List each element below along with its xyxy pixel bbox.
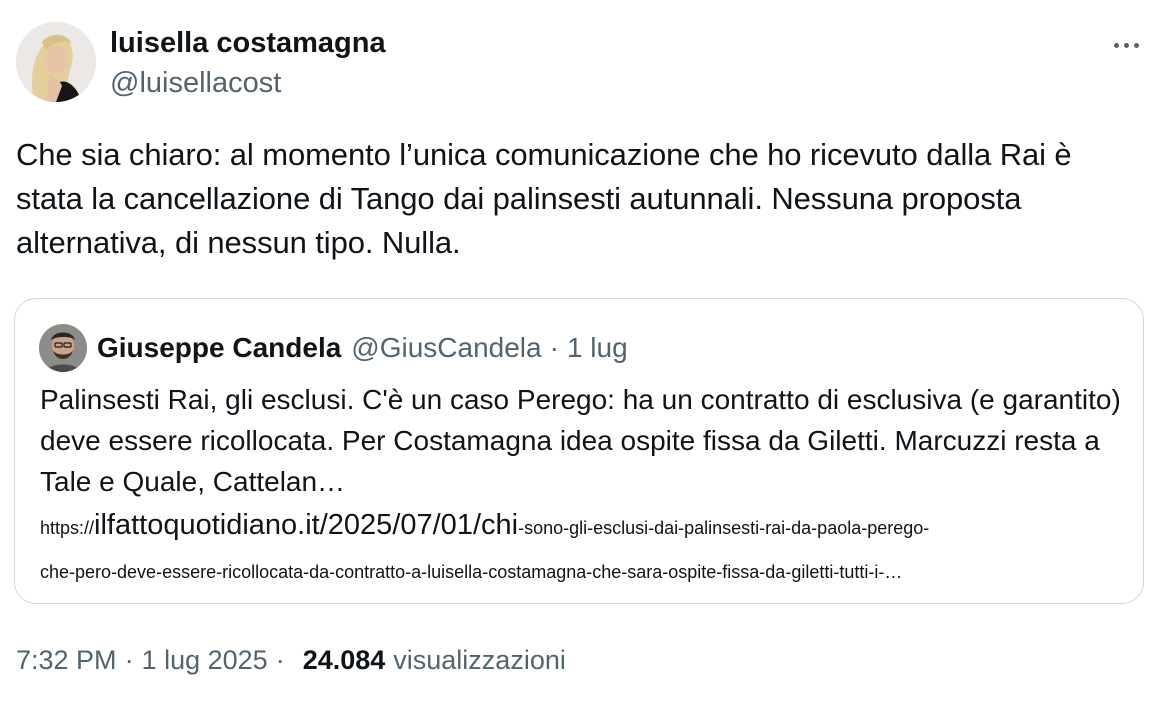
views-count: 24.084	[302, 645, 386, 675]
quoted-author-handle: @GiusCandela	[351, 332, 542, 363]
quoted-author-name: Giuseppe Candela	[97, 332, 342, 363]
author-info: luisella costamagna @luisellacost	[110, 26, 386, 100]
more-dot	[1133, 42, 1139, 48]
views-label: visualizzazioni	[393, 645, 566, 675]
tweet-date[interactable]: 1 lug 2025	[142, 642, 268, 678]
quoted-date: 1 lug	[566, 332, 628, 363]
more-icon[interactable]	[1108, 30, 1144, 60]
quoted-avatar-image	[39, 324, 87, 372]
separator-dot: ·	[275, 645, 285, 675]
tweet-text: Che sia chiaro: al momento l’unica comun…	[16, 137, 1072, 260]
link-domain-path: ilfattoquotidiano.it/2025/07/01/chi	[94, 509, 519, 541]
more-dot	[1113, 42, 1119, 48]
quoted-text: Palinsesti Rai, gli esclusi. C'è un caso…	[40, 384, 1121, 497]
avatar-image	[16, 22, 96, 102]
quoted-link[interactable]: https://ilfattoquotidiano.it/2025/07/01/…	[40, 504, 1130, 593]
more-dot	[1123, 42, 1129, 48]
author-handle[interactable]: @luisellacost	[110, 66, 386, 100]
tweet-time[interactable]: 7:32 PM	[16, 642, 117, 678]
quoted-avatar	[39, 324, 87, 372]
link-scheme: https://	[40, 518, 95, 538]
quoted-tweet-header: Giuseppe Candela @GiusCandela · 1 lug	[39, 323, 628, 373]
link-tail-2: che-pero-deve-essere-ricollocata-da-cont…	[40, 562, 903, 582]
separator-dot: ·	[124, 645, 134, 675]
avatar[interactable]	[16, 22, 96, 102]
author-name[interactable]: luisella costamagna	[110, 26, 386, 60]
tweet-meta: 7:32 PM · 1 lug 2025 · 24.084 visualizza…	[16, 642, 566, 678]
tweet: luisella costamagna @luisellacost Che si…	[0, 0, 1164, 706]
separator-dot: ·	[549, 332, 559, 363]
quoted-tweet[interactable]: Giuseppe Candela @GiusCandela · 1 lug Pa…	[14, 298, 1144, 604]
tweet-header: luisella costamagna @luisellacost	[16, 22, 1148, 106]
link-tail-1: -sono-gli-esclusi-dai-palinsesti-rai-da-…	[518, 518, 930, 538]
